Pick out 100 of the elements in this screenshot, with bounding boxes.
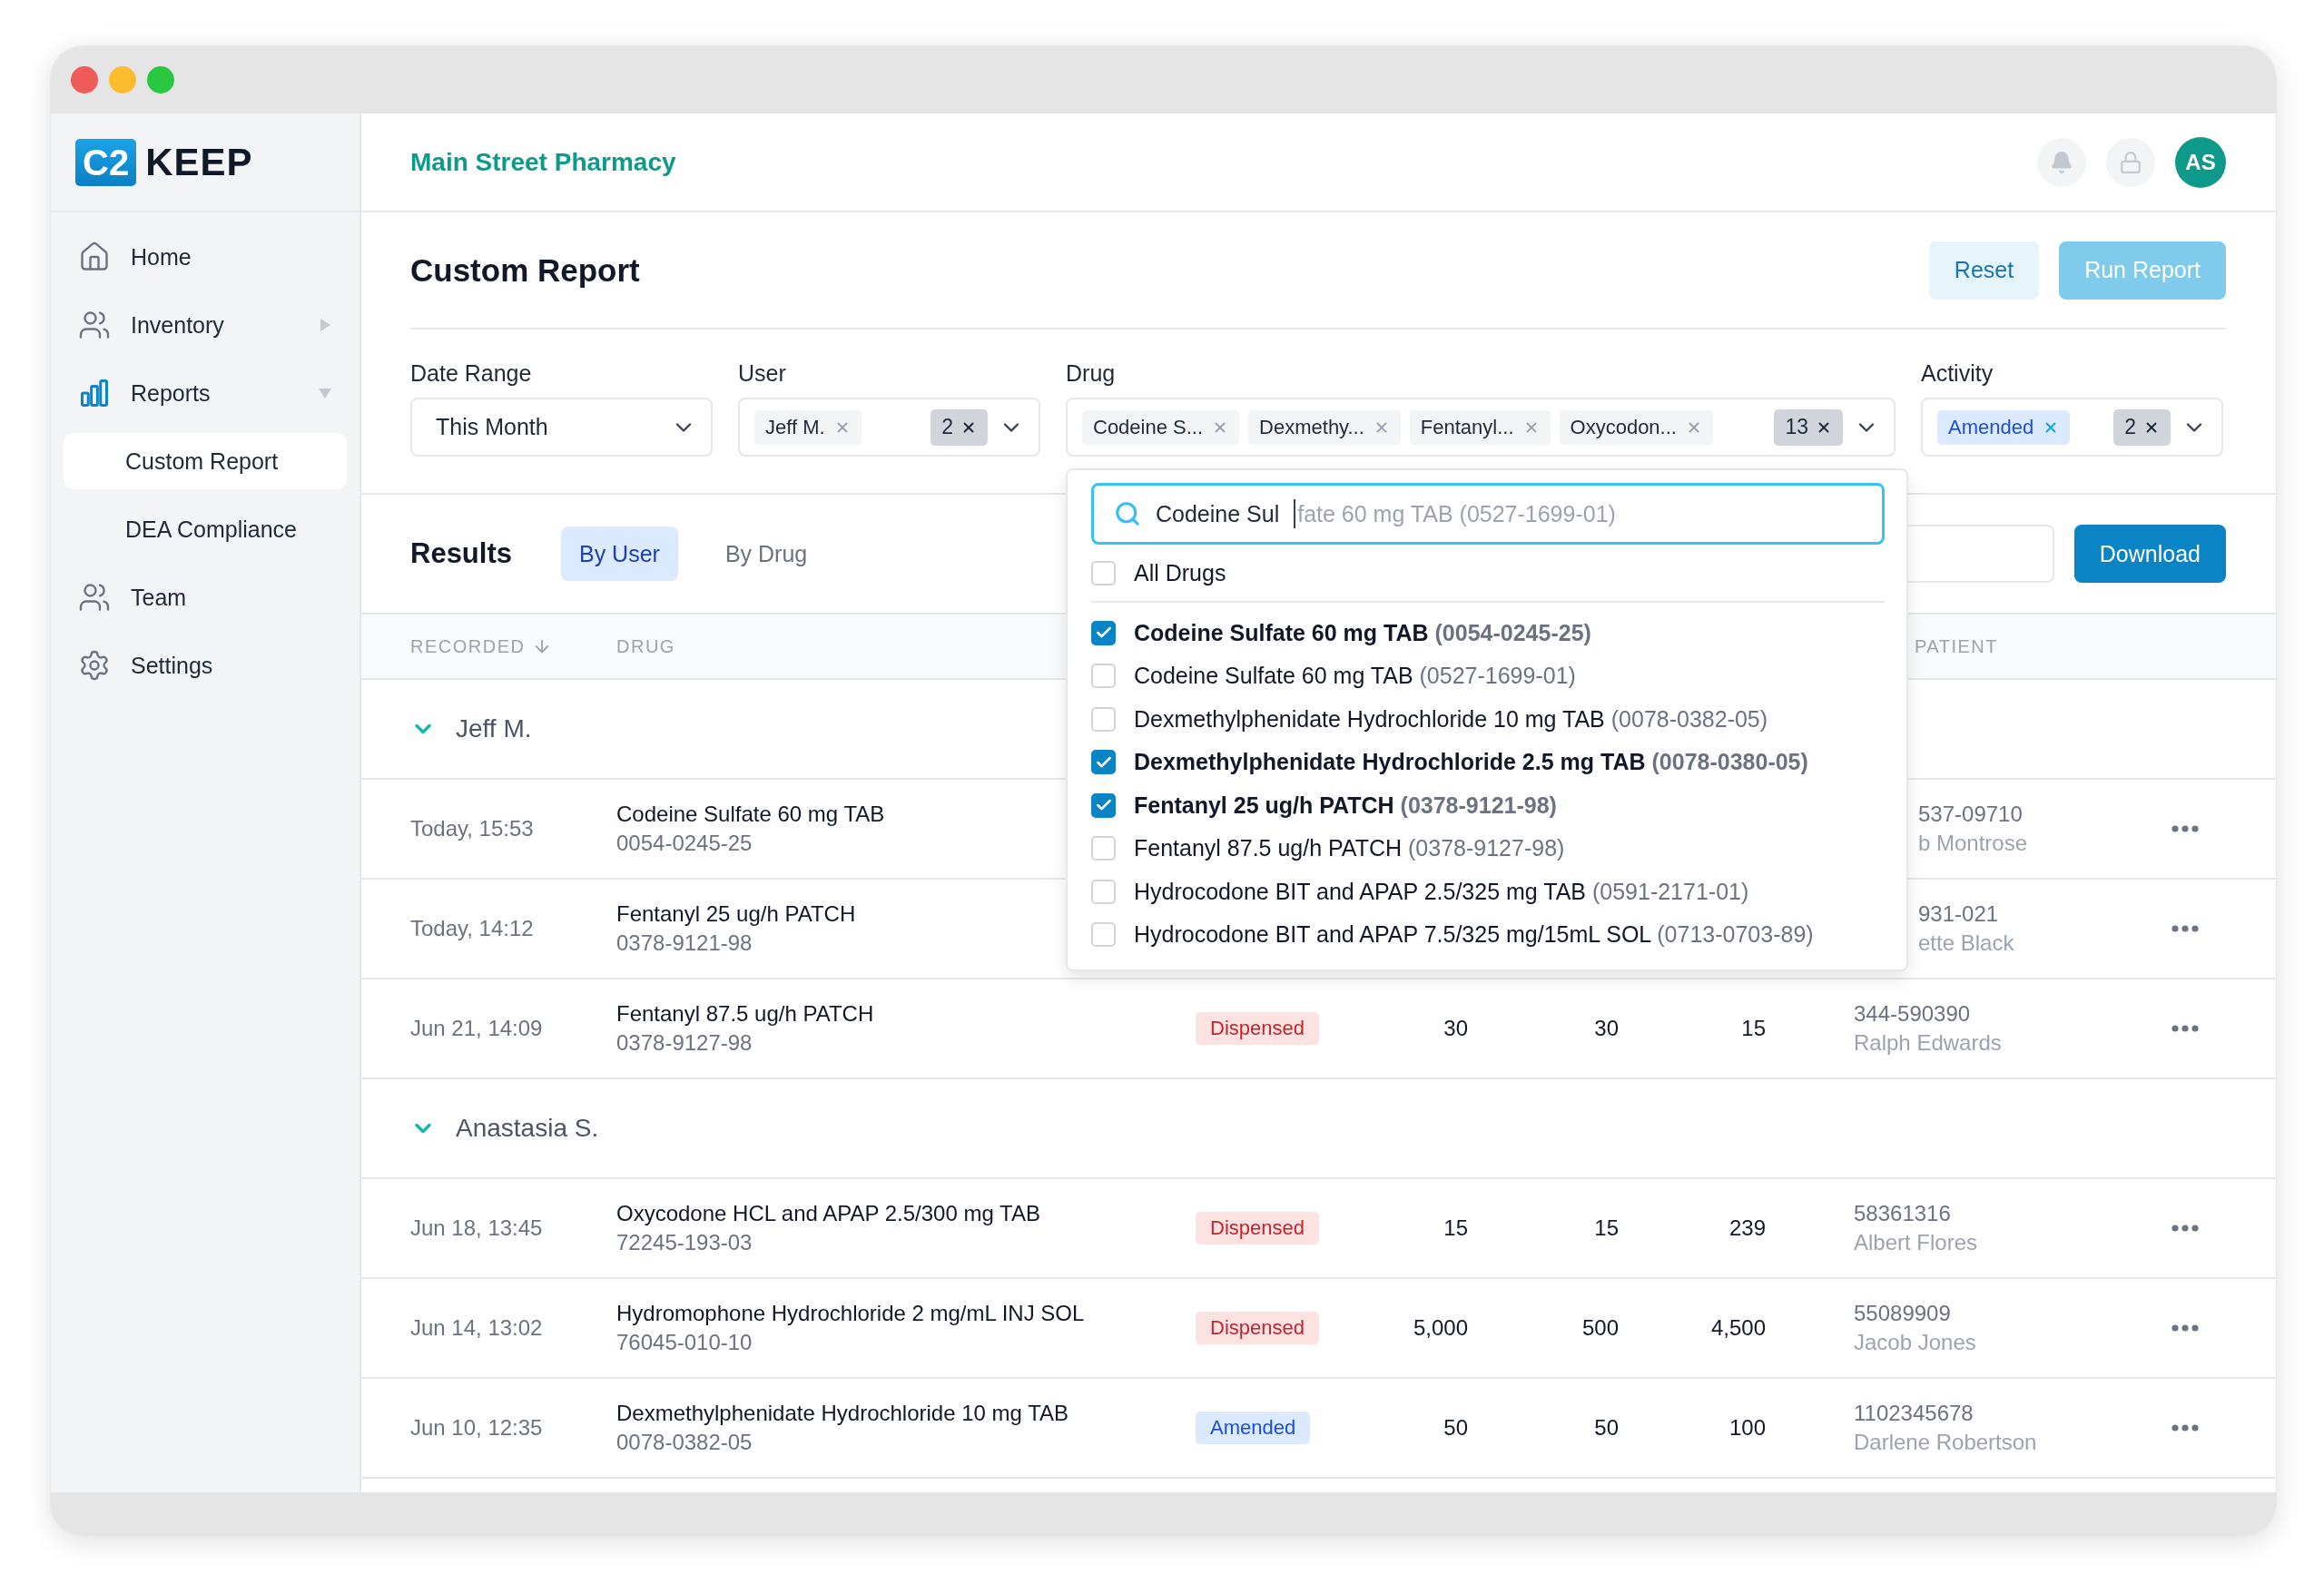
- filter-label: User: [738, 360, 787, 387]
- multi-select-field[interactable]: Amended 2: [1921, 398, 2223, 457]
- patient-id: 58361316: [1854, 1201, 1951, 1226]
- section-title: Results: [410, 537, 512, 570]
- search-icon: [1114, 500, 1141, 527]
- view-tab[interactable]: By Drug: [706, 526, 826, 581]
- dropdown-option[interactable]: Hydrocodone BIT and APAP 2.5/325 mg TAB (0591-2171-01): [1091, 870, 1885, 913]
- user-avatar[interactable]: AS: [2175, 136, 2226, 188]
- settings-icon: [78, 649, 111, 682]
- patient-id: 344-590390: [1854, 1001, 1971, 1027]
- recorded-time: Jun 21, 14:09: [410, 1016, 544, 1041]
- filter-chip[interactable]: Dexmethy...: [1248, 409, 1401, 445]
- patient-id: 1102345678: [1854, 1401, 1974, 1426]
- patient-name: Albert Flores: [1854, 1230, 1978, 1255]
- patient-id: 537-09710: [1918, 802, 2023, 827]
- close-button[interactable]: [71, 66, 98, 93]
- minimize-button[interactable]: [109, 66, 136, 93]
- caret-icon[interactable]: [318, 386, 332, 400]
- pharmacy-name: Main Street Pharmacy: [410, 147, 676, 177]
- patient-id: 55089909: [1854, 1301, 1951, 1326]
- filter-chip[interactable]: Amended: [1937, 409, 2071, 445]
- search-field[interactable]: Codeine Sul fate 60 mg TAB (0527-1699-01): [1091, 483, 1885, 545]
- drug-ndc: 0054-0245-25: [616, 831, 753, 856]
- status-badge: Amended: [1196, 1412, 1311, 1444]
- quantity: 5,000: [1412, 1315, 1468, 1341]
- more-icon: [2171, 1025, 2199, 1032]
- bell-icon: [2050, 150, 2073, 174]
- drug-name: Dexmethylphenidate Hydrochloride 10 mg TAB: [616, 1401, 1069, 1426]
- reset-button[interactable]: Reset: [1928, 241, 2040, 300]
- quantity: 239: [1728, 1215, 1766, 1241]
- filter-chip[interactable]: Jeff M.: [754, 409, 862, 445]
- sidebar-item[interactable]: Settings: [64, 637, 347, 694]
- sidebar-item[interactable]: Home: [64, 229, 347, 285]
- recorded-time: Jun 18, 13:45: [410, 1215, 544, 1241]
- filter-label: Activity: [1921, 360, 1994, 387]
- quantity: 4,500: [1709, 1315, 1766, 1341]
- dropdown-option[interactable]: Dexmethylphenidate Hydrochloride 2.5 mg TAB (0078-0380-05): [1091, 741, 1885, 784]
- drug-name: Oxycodone HCL and APAP 2.5/300 mg TAB: [616, 1201, 1040, 1226]
- quantity: 100: [1728, 1415, 1766, 1441]
- drug-ndc: 0378-9127-98: [616, 1030, 753, 1056]
- dropdown-option[interactable]: Hydrocodone BIT and APAP 7.5/325 mg/15mL SOL (0713-0703-89): [1091, 913, 1885, 957]
- dropdown-option[interactable]: Fentanyl 25 ug/h PATCH (0378-9121-98): [1091, 783, 1885, 827]
- sidebar-item[interactable]: Custom Report: [64, 433, 347, 489]
- dropdown-option[interactable]: Codeine Sulfate 60 mg TAB (0527-1699-01): [1091, 654, 1885, 698]
- dropdown-option[interactable]: All Drugs: [1091, 552, 1885, 595]
- drug-ndc: 0378-9121-98: [616, 930, 753, 956]
- caret-icon[interactable]: [318, 318, 332, 332]
- quantity: 30: [1593, 1016, 1619, 1041]
- filter-label: Drug: [1066, 360, 1117, 387]
- count-chip[interactable]: 13: [1774, 408, 1843, 446]
- status-badge: Dispensed: [1196, 1212, 1319, 1245]
- download-button[interactable]: Download: [2073, 525, 2226, 583]
- status-badge: Dispensed: [1196, 1012, 1319, 1045]
- group-name: Jeff M.: [456, 714, 532, 743]
- drug-name: Fentanyl 25 ug/h PATCH: [616, 901, 856, 927]
- patient-name: Jacob Jones: [1854, 1330, 1976, 1355]
- quantity: 15: [1593, 1215, 1619, 1241]
- drug-ndc: 0078-0382-05: [616, 1430, 753, 1455]
- filter-chip[interactable]: Fentanyl...: [1409, 409, 1551, 445]
- dropdown-option[interactable]: Codeine Sulfate 60 mg TAB (0054-0245-25): [1091, 611, 1885, 654]
- count-chip[interactable]: 2: [931, 408, 988, 446]
- count-chip[interactable]: 2: [2113, 408, 2171, 446]
- sidebar-item[interactable]: DEA Compliance: [64, 501, 347, 557]
- page-title: Custom Report: [410, 251, 640, 289]
- users-icon: [78, 581, 111, 614]
- quantity: 500: [1581, 1315, 1619, 1341]
- checkbox[interactable]: [1091, 620, 1116, 645]
- dropdown-option[interactable]: Fentanyl 87.5 ug/h PATCH (0378-9127-98): [1091, 827, 1885, 871]
- quantity: 50: [1593, 1415, 1619, 1441]
- sidebar-item[interactable]: Inventory: [64, 297, 347, 353]
- checkbox[interactable]: [1091, 750, 1116, 775]
- users-icon: [78, 309, 111, 341]
- more-icon: [2171, 925, 2199, 932]
- drug-name: Hydromophone Hydrochloride 2 mg/mL INJ SOL: [616, 1301, 1085, 1326]
- sidebar-item[interactable]: Reports: [64, 365, 347, 421]
- filter-label: Date Range: [410, 360, 533, 387]
- logo-text: KEEP: [145, 140, 253, 184]
- filter-chip[interactable]: Oxycodon...: [1559, 409, 1713, 445]
- more-icon: [2171, 1225, 2199, 1232]
- drug-name: Fentanyl 87.5 ug/h PATCH: [616, 1001, 874, 1027]
- drug-ndc: 76045-010-10: [616, 1330, 753, 1355]
- multi-select-field[interactable]: Jeff M. 2: [738, 398, 1040, 457]
- select-field[interactable]: This Month: [410, 398, 713, 457]
- more-icon: [2171, 1424, 2199, 1432]
- multi-select-field[interactable]: Codeine S... Dexmethy... Fentanyl... Oxycodon... 13: [1066, 398, 1896, 457]
- drug-name: Codeine Sulfate 60 mg TAB: [616, 802, 885, 827]
- patient-name: ette Black: [1918, 930, 2014, 956]
- maximize-button[interactable]: [147, 66, 174, 93]
- patient-name: b Montrose: [1918, 831, 2028, 856]
- dropdown-option[interactable]: Dexmethylphenidate Hydrochloride 10 mg TAB (0078-0382-05): [1091, 697, 1885, 741]
- view-tab[interactable]: By User: [561, 526, 678, 581]
- checkbox[interactable]: [1091, 792, 1116, 818]
- sidebar-item[interactable]: Team: [64, 569, 347, 625]
- group-name: Anastasia S.: [456, 1114, 599, 1143]
- more-icon: [2171, 1324, 2199, 1332]
- home-icon: [78, 241, 111, 273]
- quantity: 30: [1443, 1016, 1468, 1041]
- quantity: 15: [1443, 1215, 1468, 1241]
- quantity: 15: [1740, 1016, 1766, 1041]
- filter-chip[interactable]: Codeine S...: [1082, 409, 1240, 445]
